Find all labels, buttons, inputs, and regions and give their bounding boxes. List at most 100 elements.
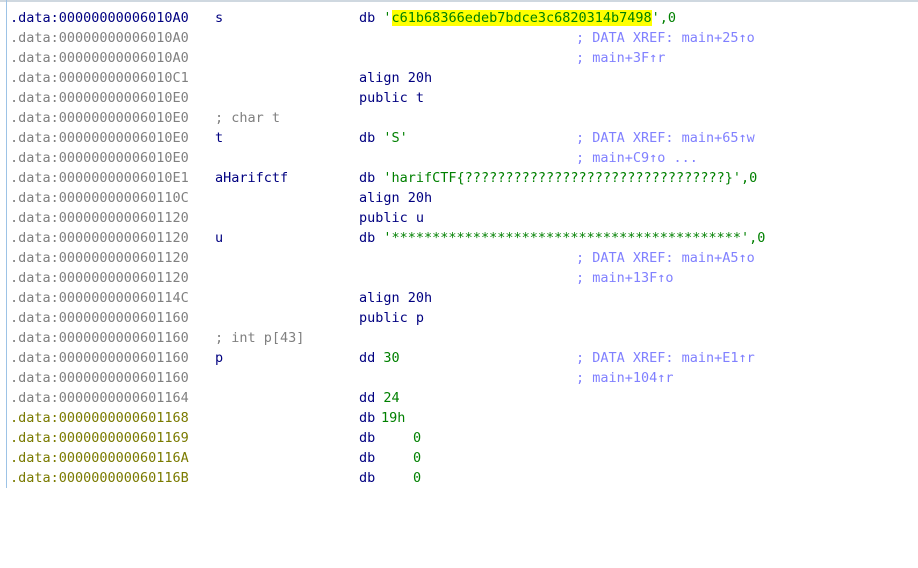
xref-comment[interactable]: ; main+C9↑o ...: [576, 148, 698, 168]
address: .data:00000000006010A0: [10, 10, 189, 26]
address: .data:00000000006010E0: [10, 130, 189, 146]
directive: public u: [359, 210, 425, 226]
address: .data:00000000006010A0: [10, 50, 189, 66]
symbol-label[interactable]: u: [215, 228, 223, 248]
disassembly-listing[interactable]: .data:00000000006010A0 s db 'c61b68366ed…: [0, 8, 918, 488]
listing-row[interactable]: .data:00000000006010E0 ; main+C9↑o ...: [0, 148, 918, 168]
xref-comment[interactable]: ; main+13F↑o: [576, 268, 674, 288]
address: .data:0000000000601160: [10, 370, 189, 386]
listing-row[interactable]: .data:0000000000601168 db 19h: [0, 408, 918, 428]
listing-row[interactable]: .data:000000000060110C align 20h: [0, 188, 918, 208]
listing-row[interactable]: .data:00000000006010E0 public t: [0, 88, 918, 108]
listing-row[interactable]: .data:00000000006010E0 t db 'S' ; DATA X…: [0, 128, 918, 148]
listing-row[interactable]: .data:0000000000601160 p dd 30 ; DATA XR…: [0, 348, 918, 368]
numeric-operand: 0: [413, 430, 422, 446]
address: .data:0000000000601164: [10, 390, 189, 406]
type-comment: ; int p[43]: [215, 330, 305, 346]
listing-row[interactable]: .data:0000000000601164 dd 24: [0, 388, 918, 408]
mnemonic: db: [359, 230, 376, 246]
address: .data:0000000000601160: [10, 310, 189, 326]
directive: public p: [359, 310, 425, 326]
mnemonic: db: [359, 130, 376, 146]
string-terminator: ,0: [741, 170, 758, 186]
symbol-label[interactable]: t: [215, 128, 223, 148]
address: .data:0000000000601120: [10, 270, 189, 286]
numeric-operand: 0: [413, 450, 422, 466]
quote-open: ': [383, 10, 392, 26]
instruction: dd 24: [359, 388, 400, 408]
address: .data:00000000006010A0: [10, 30, 189, 46]
listing-row[interactable]: .data:0000000000601120 public u: [0, 208, 918, 228]
address: .data:000000000060116A: [10, 450, 189, 466]
listing-row[interactable]: .data:00000000006010A0 ; main+3F↑r: [0, 48, 918, 68]
string-terminator: ,0: [749, 230, 766, 246]
instruction: db 'S': [359, 128, 408, 148]
mnemonic: dd: [359, 390, 376, 406]
directive: align 20h: [359, 70, 433, 86]
string-terminator: ,0: [659, 10, 677, 26]
string-operand: 'S': [383, 130, 408, 146]
mnemonic: db: [359, 450, 376, 466]
mnemonic: db: [359, 170, 376, 186]
listing-row[interactable]: .data:0000000000601120 ; main+13F↑o: [0, 268, 918, 288]
listing-row[interactable]: .data:0000000000601160 ; int p[43]: [0, 328, 918, 348]
listing-row[interactable]: .data:00000000006010A0 s db 'c61b68366ed…: [0, 8, 918, 28]
address: .data:0000000000601169: [10, 430, 189, 446]
numeric-operand: 19h: [381, 410, 406, 426]
listing-row[interactable]: .data:00000000006010C1 align 20h: [0, 68, 918, 88]
listing-row[interactable]: .data:0000000000601169 db 0: [0, 428, 918, 448]
address: .data:0000000000601120: [10, 230, 189, 246]
numeric-operand: 0: [413, 470, 422, 486]
directive: public t: [359, 90, 425, 106]
address: .data:0000000000601160: [10, 330, 189, 346]
xref-comment[interactable]: ; main+3F↑r: [576, 48, 665, 68]
listing-row[interactable]: .data:000000000060114C align 20h: [0, 288, 918, 308]
quote-close: ': [651, 10, 660, 26]
instruction: dd 30: [359, 348, 400, 368]
xref-comment[interactable]: ; DATA XREF: main+E1↑r: [576, 348, 755, 368]
symbol-label[interactable]: aHarifctf: [215, 168, 288, 188]
type-comment: ; char t: [215, 110, 281, 126]
instruction: db '************************************…: [359, 228, 765, 248]
mnemonic: db: [359, 10, 376, 26]
string-operand: 'harifCTF{??????????????????????????????…: [383, 170, 742, 186]
xref-comment[interactable]: ; DATA XREF: main+25↑o: [576, 28, 755, 48]
string-operand: '***************************************…: [383, 230, 750, 246]
xref-comment[interactable]: ; DATA XREF: main+A5↑o: [576, 248, 755, 268]
address: .data:000000000060116B: [10, 470, 189, 486]
symbol-label[interactable]: p: [215, 348, 223, 368]
address: .data:000000000060114C: [10, 290, 189, 306]
address: .data:00000000006010C1: [10, 70, 189, 86]
listing-row[interactable]: .data:0000000000601120 ; DATA XREF: main…: [0, 248, 918, 268]
listing-row[interactable]: .data:0000000000601160 public p: [0, 308, 918, 328]
listing-row[interactable]: .data:0000000000601120 u db '***********…: [0, 228, 918, 248]
address: .data:00000000006010E0: [10, 90, 189, 106]
address: .data:0000000000601168: [10, 410, 189, 426]
xref-comment[interactable]: ; DATA XREF: main+65↑w: [576, 128, 755, 148]
address: .data:0000000000601120: [10, 210, 189, 226]
address: .data:0000000000601160: [10, 350, 189, 366]
directive: align 20h: [359, 290, 433, 306]
instruction: db 'harifCTF{???????????????????????????…: [359, 168, 757, 188]
xref-comment[interactable]: ; main+104↑r: [576, 368, 674, 388]
directive: align 20h: [359, 190, 433, 206]
address: .data:00000000006010E1: [10, 170, 189, 186]
numeric-operand: 24: [383, 390, 400, 406]
symbol-label[interactable]: s: [215, 8, 223, 28]
numeric-operand: 30: [383, 350, 400, 366]
highlighted-string[interactable]: c61b68366edeb7bdce3c6820314b7498: [391, 10, 652, 26]
address: .data:0000000000601120: [10, 250, 189, 266]
instruction: db 'c61b68366edeb7bdce3c6820314b7498',0: [359, 8, 676, 28]
address: .data:00000000006010E0: [10, 150, 189, 166]
listing-row[interactable]: .data:00000000006010A0 ; DATA XREF: main…: [0, 28, 918, 48]
listing-row[interactable]: .data:000000000060116A db 0: [0, 448, 918, 468]
listing-row[interactable]: .data:00000000006010E0 ; char t: [0, 108, 918, 128]
mnemonic: db: [359, 410, 376, 426]
listing-row[interactable]: .data:000000000060116B db 0: [0, 468, 918, 488]
listing-row[interactable]: .data:00000000006010E1 aHarifctf db 'har…: [0, 168, 918, 188]
window-top-border: [0, 0, 918, 2]
address: .data:00000000006010E0: [10, 110, 189, 126]
listing-row[interactable]: .data:0000000000601160 ; main+104↑r: [0, 368, 918, 388]
mnemonic: db: [359, 470, 376, 486]
mnemonic: db: [359, 430, 376, 446]
